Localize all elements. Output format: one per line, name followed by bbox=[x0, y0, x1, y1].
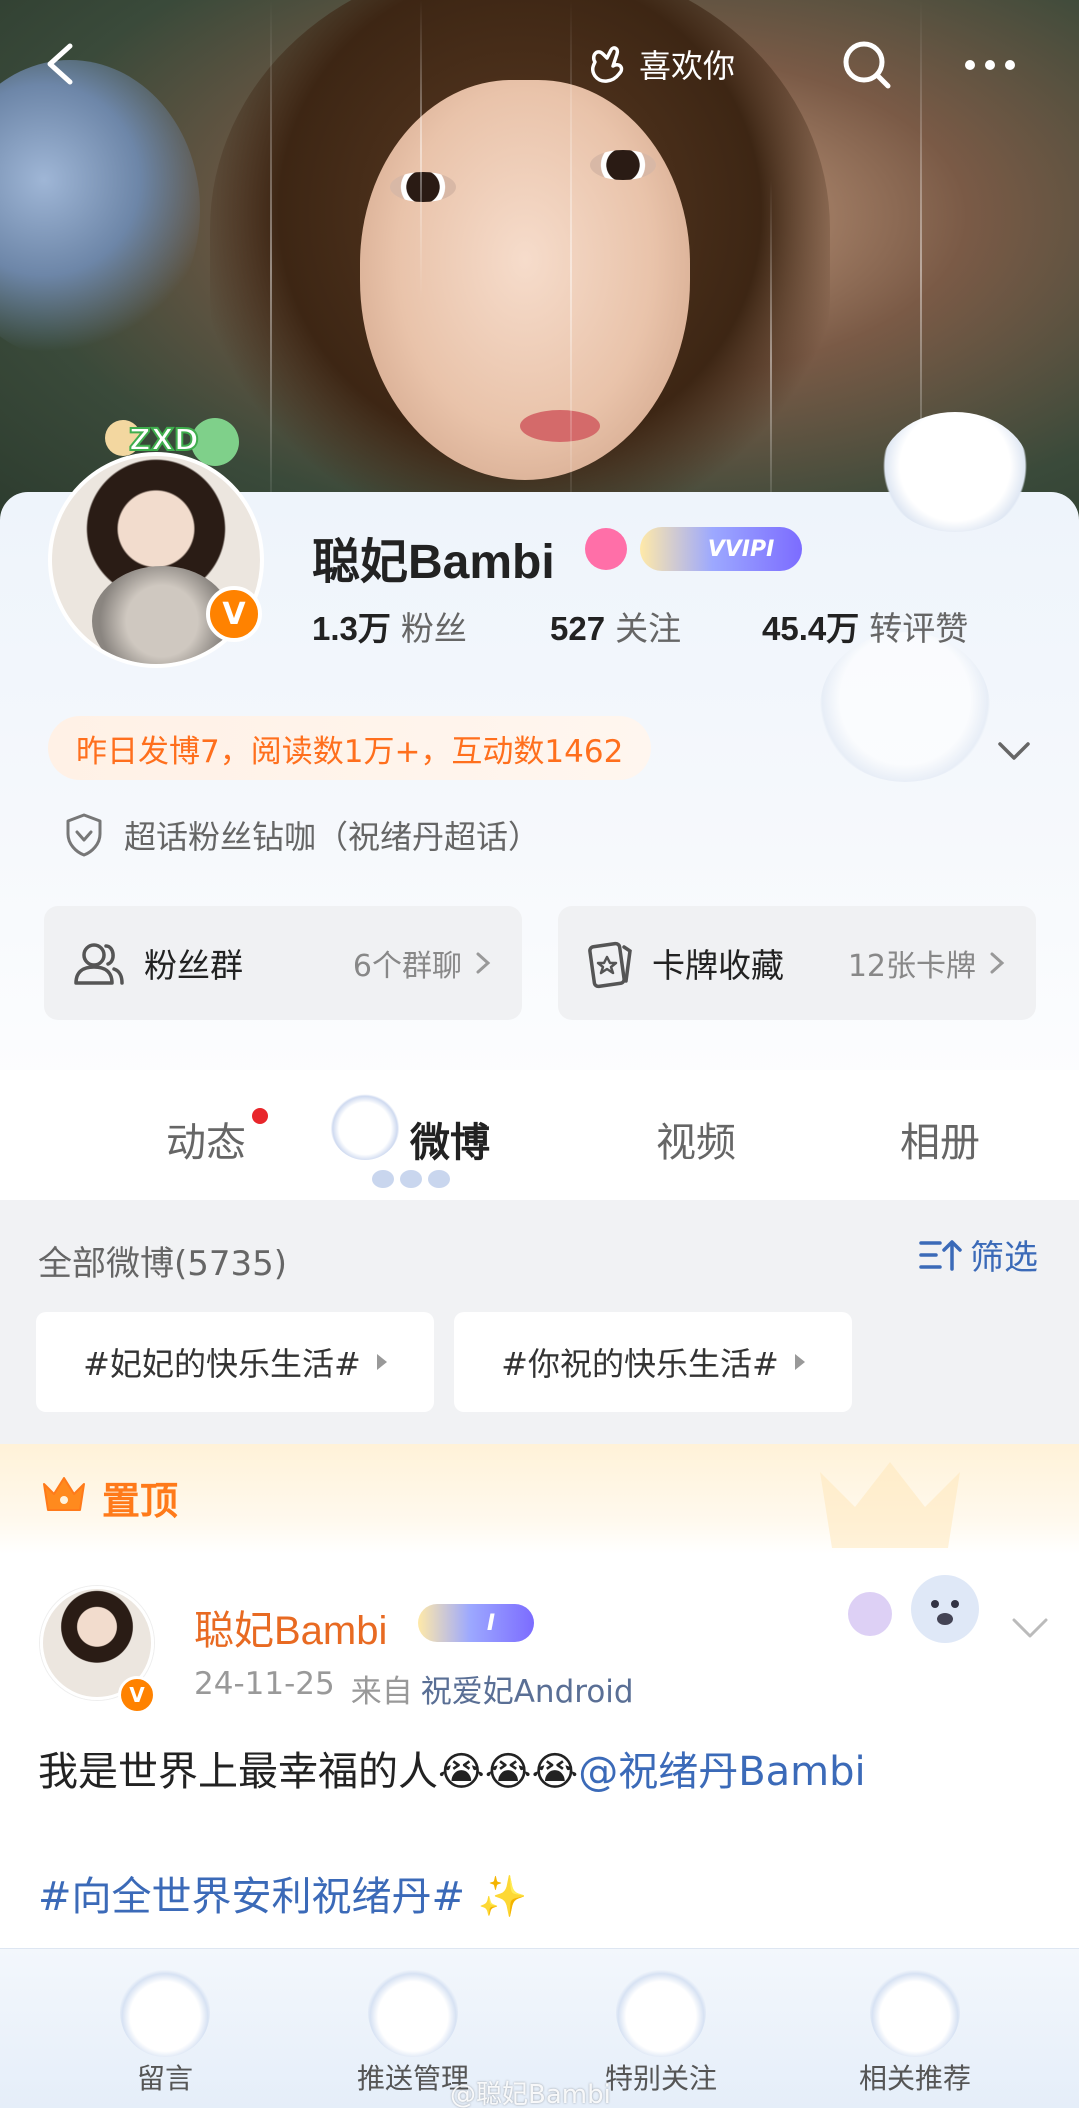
profile-name: 聪妃Bambi bbox=[312, 536, 555, 589]
interactions-stat[interactable]: 45.4万 转评赞 bbox=[762, 602, 968, 650]
fan-group-button[interactable]: 粉丝群 6个群聊 bbox=[44, 906, 522, 1020]
like-you-button[interactable]: 喜欢你 bbox=[585, 34, 735, 94]
fan-group-count: 6个群聊 bbox=[352, 949, 462, 984]
topic-chip-label: #你祝的快乐生活# bbox=[501, 1345, 779, 1383]
card-collection-title: 卡牌收藏 bbox=[652, 946, 784, 985]
post-meta: 24-11-25 来自 祝爱妃Android bbox=[194, 1666, 634, 1711]
decorative-koala-sticker bbox=[848, 1575, 979, 1643]
top-nav-bar: 喜欢你 bbox=[0, 20, 1079, 110]
decorative-bunny bbox=[820, 632, 990, 782]
post-topic-link[interactable]: #向全世界安利祝绪丹# ✨ bbox=[38, 1864, 528, 1922]
group-icon bbox=[74, 943, 124, 985]
tab-albums[interactable]: 相册 bbox=[900, 1110, 980, 1168]
post-verified-badge: V bbox=[118, 1676, 156, 1714]
verified-badge: V bbox=[206, 586, 262, 642]
all-posts-count[interactable]: 全部微博(5735) bbox=[38, 1236, 287, 1285]
related-recommend-label: 相关推荐 bbox=[858, 2062, 971, 2095]
avatar-frame-text: ZXD bbox=[129, 423, 199, 458]
active-tab-indicator bbox=[366, 1170, 456, 1194]
topic-chip-label: #妃妃的快乐生活# bbox=[83, 1345, 361, 1383]
fan-group-title: 粉丝群 bbox=[144, 946, 243, 985]
tab-videos[interactable]: 视频 bbox=[656, 1110, 736, 1168]
mascot-icon bbox=[120, 1967, 210, 2057]
mascot-icon bbox=[616, 1967, 706, 2057]
card-icon bbox=[588, 941, 632, 989]
pinned-post[interactable]: V 聪妃Bambi I 24-11-25 来自 祝爱妃Android 我是世界上… bbox=[0, 1554, 1079, 1944]
post-date: 24-11-25 bbox=[194, 1666, 335, 1702]
vip-badge[interactable]: VVIPI bbox=[640, 527, 802, 571]
filter-label: 筛选 bbox=[970, 1238, 1038, 1278]
activity-summary[interactable]: 昨日发博7，阅读数1万+，互动数1462 bbox=[48, 716, 652, 780]
followers-count: 1.3万 bbox=[312, 610, 391, 647]
card-collection-button[interactable]: 卡牌收藏 12张卡牌 bbox=[558, 906, 1036, 1020]
post-source[interactable]: 祝爱妃Android bbox=[421, 1666, 634, 1711]
mascot-icon bbox=[870, 1967, 960, 2057]
notification-dot bbox=[252, 1108, 268, 1124]
leave-message-label: 留言 bbox=[136, 2062, 193, 2095]
profile-stats: 1.3万 粉丝 527 关注 45.4万 转评赞 bbox=[312, 602, 968, 650]
pinned-banner: 置顶 bbox=[0, 1444, 1079, 1554]
post-mention-link[interactable]: @祝绪丹Bambi bbox=[578, 1749, 865, 1795]
chevron-right-icon bbox=[476, 952, 491, 974]
play-triangle-icon bbox=[794, 1354, 805, 1370]
cover-lips bbox=[520, 410, 600, 442]
topic-chip[interactable]: #妃妃的快乐生活# bbox=[36, 1312, 434, 1412]
filter-button[interactable]: 筛选 bbox=[918, 1230, 1038, 1279]
post-body-text: 我是世界上最幸福的人😭😭😭 bbox=[38, 1749, 579, 1795]
filter-icon bbox=[919, 1239, 962, 1271]
followers-stat[interactable]: 1.3万 粉丝 bbox=[312, 602, 550, 650]
topic-chip[interactable]: #你祝的快乐生活# bbox=[454, 1312, 852, 1412]
feed-header: 全部微博(5735) 筛选 #妃妃的快乐生活# #你祝的快乐生活# bbox=[0, 1200, 1079, 1444]
rain-streak bbox=[770, 180, 772, 540]
back-arrow-icon[interactable] bbox=[38, 40, 86, 88]
following-stat[interactable]: 527 关注 bbox=[550, 602, 762, 650]
following-label: 关注 bbox=[615, 610, 682, 647]
post-author-name[interactable]: 聪妃Bambi bbox=[194, 1598, 387, 1656]
chevron-down-icon[interactable] bbox=[1008, 1610, 1052, 1646]
crown-icon bbox=[43, 1477, 85, 1511]
avatar-frame-decoration: ZXD bbox=[105, 418, 239, 466]
supertopic-label: 超话粉丝钻咖（祝绪丹超话） bbox=[124, 818, 541, 856]
card-collection-count: 12张卡牌 bbox=[847, 949, 976, 984]
cover-eye-right bbox=[590, 150, 656, 180]
search-icon[interactable] bbox=[840, 38, 894, 92]
post-body: 我是世界上最幸福的人😭😭😭@祝绪丹Bambi bbox=[38, 1744, 866, 1800]
cover-eye-left bbox=[390, 172, 456, 202]
followers-label: 粉丝 bbox=[400, 610, 467, 647]
tab-mascot-icon bbox=[330, 1090, 400, 1160]
chevron-down-icon[interactable] bbox=[994, 730, 1034, 770]
pinned-label: 置顶 bbox=[102, 1479, 179, 1523]
interactions-label: 转评赞 bbox=[869, 610, 969, 647]
following-count: 527 bbox=[550, 610, 606, 647]
post-from-label: 来自 bbox=[350, 1674, 413, 1710]
more-options-icon[interactable] bbox=[960, 38, 1020, 92]
super-topic-icon[interactable] bbox=[585, 528, 627, 570]
related-recommend-button[interactable]: 相关推荐 bbox=[800, 1949, 1030, 2108]
play-triangle-icon bbox=[376, 1354, 387, 1370]
mascot-icon bbox=[368, 1967, 458, 2057]
vip-label: VVIPI bbox=[707, 536, 775, 562]
shield-icon bbox=[66, 813, 102, 857]
profile-tabs: 动态 微博 视频 相册 bbox=[0, 1070, 1079, 1200]
crown-watermark-icon bbox=[820, 1462, 960, 1548]
post-vip-badge: I bbox=[418, 1604, 534, 1642]
hand-heart-icon bbox=[590, 46, 624, 83]
decorative-bunny bbox=[880, 412, 1030, 532]
interactions-count: 45.4万 bbox=[762, 610, 860, 647]
weibo-watermark: @聪妃Bambi bbox=[450, 2080, 611, 2108]
tab-dynamics[interactable]: 动态 bbox=[166, 1110, 246, 1168]
leave-message-button[interactable]: 留言 bbox=[50, 1949, 280, 2108]
post-vip-label: I bbox=[486, 1610, 496, 1636]
chevron-right-icon bbox=[990, 952, 1005, 974]
like-you-label: 喜欢你 bbox=[639, 48, 736, 84]
tab-weibo[interactable]: 微博 bbox=[410, 1110, 490, 1168]
supertopic-fan-level[interactable]: 超话粉丝钻咖（祝绪丹超话） bbox=[64, 812, 540, 858]
